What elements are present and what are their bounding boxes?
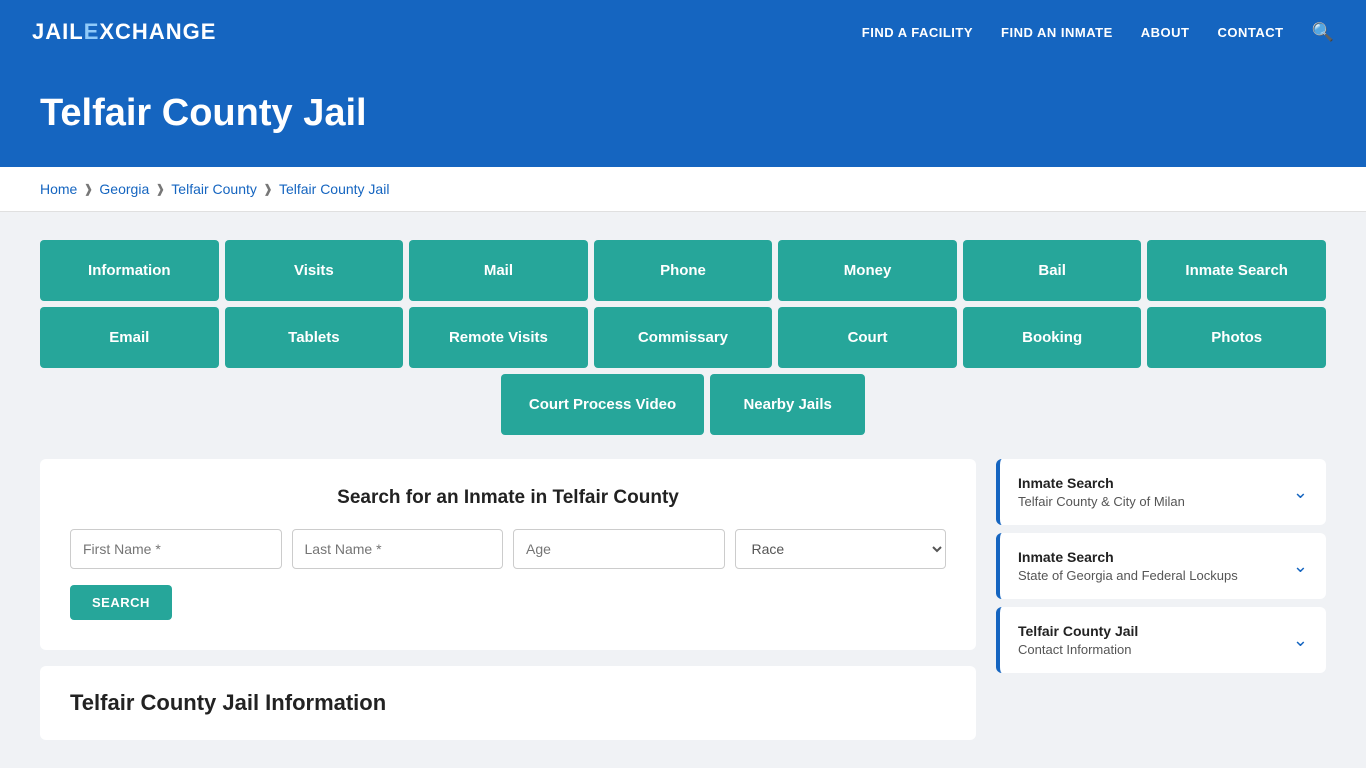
breadcrumb-sep-2: ❱ [155, 182, 165, 196]
breadcrumb-telfair-county[interactable]: Telfair County [171, 181, 257, 197]
tile-bail[interactable]: Bail [963, 240, 1142, 301]
search-icon[interactable]: 🔍 [1312, 22, 1334, 42]
breadcrumb-sep-1: ❱ [83, 182, 93, 196]
tile-row-2: Email Tablets Remote Visits Commissary C… [40, 307, 1326, 368]
tile-photos[interactable]: Photos [1147, 307, 1326, 368]
sidebar-card-0-subtitle: Telfair County & City of Milan [1018, 494, 1185, 509]
tile-email[interactable]: Email [40, 307, 219, 368]
nav-links: FIND A FACILITY FIND AN INMATE ABOUT CON… [862, 22, 1334, 43]
chevron-down-icon: ⌄ [1293, 556, 1308, 577]
inmate-search-box: Search for an Inmate in Telfair County R… [40, 459, 976, 650]
page-body: Information Visits Mail Phone Money Bail… [0, 212, 1366, 768]
tile-commissary[interactable]: Commissary [594, 307, 773, 368]
main-nav: JAILEXCHANGE FIND A FACILITY FIND AN INM… [0, 0, 1366, 64]
sidebar-card-1: Inmate Search State of Georgia and Feder… [996, 533, 1326, 599]
nav-find-facility[interactable]: FIND A FACILITY [862, 25, 973, 40]
last-name-input[interactable] [292, 529, 504, 569]
race-select[interactable]: Race White Black Hispanic Asian Other [735, 529, 947, 569]
search-fields: Race White Black Hispanic Asian Other [70, 529, 946, 569]
tile-tablets[interactable]: Tablets [225, 307, 404, 368]
sidebar-card-0-title: Inmate Search [1018, 475, 1185, 491]
tile-row-1: Information Visits Mail Phone Money Bail… [40, 240, 1326, 301]
tile-phone[interactable]: Phone [594, 240, 773, 301]
age-input[interactable] [513, 529, 725, 569]
tile-visits[interactable]: Visits [225, 240, 404, 301]
main-column: Search for an Inmate in Telfair County R… [40, 459, 976, 740]
tile-booking[interactable]: Booking [963, 307, 1142, 368]
sidebar-card-2-header[interactable]: Telfair County Jail Contact Information … [1000, 607, 1326, 673]
two-col-layout: Search for an Inmate in Telfair County R… [40, 459, 1326, 740]
site-logo[interactable]: JAILEXCHANGE [32, 19, 216, 45]
chevron-down-icon: ⌄ [1293, 630, 1308, 651]
breadcrumb-bar: Home ❱ Georgia ❱ Telfair County ❱ Telfai… [0, 167, 1366, 212]
nav-find-inmate[interactable]: FIND AN INMATE [1001, 25, 1113, 40]
sidebar-card-0: Inmate Search Telfair County & City of M… [996, 459, 1326, 525]
tile-court[interactable]: Court [778, 307, 957, 368]
sidebar-card-1-header[interactable]: Inmate Search State of Georgia and Feder… [1000, 533, 1326, 599]
sidebar-card-2-subtitle: Contact Information [1018, 642, 1138, 657]
page-title: Telfair County Jail [40, 92, 1326, 135]
info-section: Telfair County Jail Information [40, 666, 976, 740]
breadcrumb-georgia[interactable]: Georgia [99, 181, 149, 197]
first-name-input[interactable] [70, 529, 282, 569]
nav-about[interactable]: ABOUT [1141, 25, 1190, 40]
tile-mail[interactable]: Mail [409, 240, 588, 301]
tile-nearby-jails[interactable]: Nearby Jails [710, 374, 865, 435]
sidebar-column: Inmate Search Telfair County & City of M… [996, 459, 1326, 677]
info-title: Telfair County Jail Information [70, 690, 946, 716]
chevron-down-icon: ⌄ [1293, 482, 1308, 503]
breadcrumb-sep-3: ❱ [263, 182, 273, 196]
tile-money[interactable]: Money [778, 240, 957, 301]
breadcrumb-current: Telfair County Jail [279, 181, 390, 197]
tile-court-process-video[interactable]: Court Process Video [501, 374, 704, 435]
search-title: Search for an Inmate in Telfair County [70, 487, 946, 509]
hero-banner: Telfair County Jail [0, 64, 1366, 167]
sidebar-card-1-title: Inmate Search [1018, 549, 1238, 565]
tile-remote-visits[interactable]: Remote Visits [409, 307, 588, 368]
breadcrumb: Home ❱ Georgia ❱ Telfair County ❱ Telfai… [40, 181, 1326, 197]
sidebar-card-2: Telfair County Jail Contact Information … [996, 607, 1326, 673]
search-button[interactable]: SEARCH [70, 585, 172, 620]
tile-inmate-search[interactable]: Inmate Search [1147, 240, 1326, 301]
tile-information[interactable]: Information [40, 240, 219, 301]
breadcrumb-home[interactable]: Home [40, 181, 77, 197]
sidebar-card-0-header[interactable]: Inmate Search Telfair County & City of M… [1000, 459, 1326, 525]
nav-contact[interactable]: CONTACT [1217, 25, 1283, 40]
sidebar-card-2-title: Telfair County Jail [1018, 623, 1138, 639]
tile-row-3: Court Process Video Nearby Jails [40, 374, 1326, 435]
sidebar-card-1-subtitle: State of Georgia and Federal Lockups [1018, 568, 1238, 583]
